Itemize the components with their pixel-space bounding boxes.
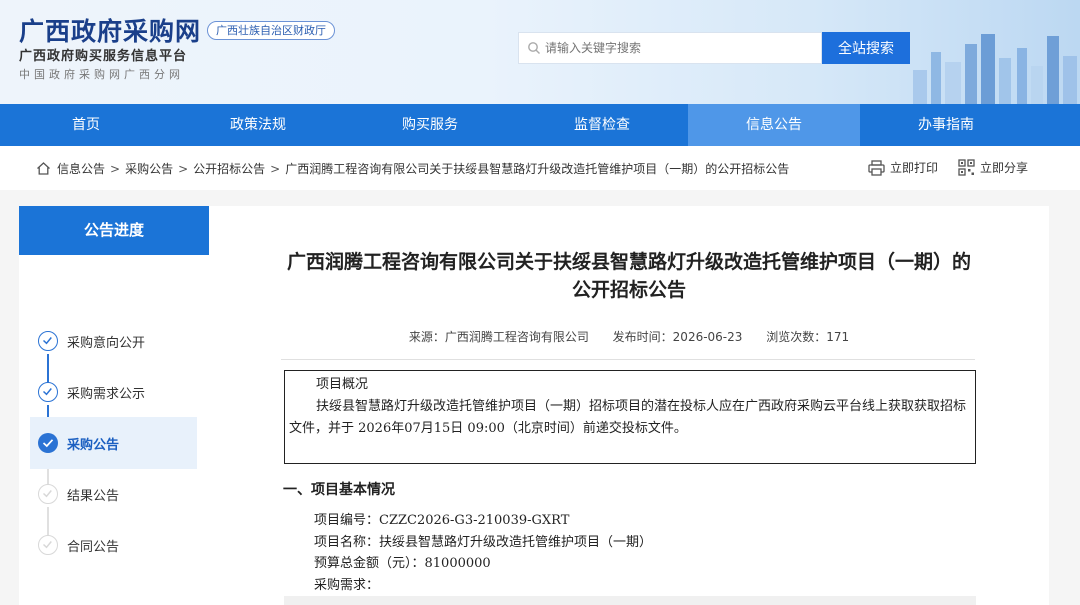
- article-title: 广西润腾工程咨询有限公司关于扶绥县智慧路灯升级改造托管维护项目（一期）的公开招标…: [286, 251, 971, 301]
- search-box: [518, 32, 822, 64]
- summary-heading: 项目概况: [316, 377, 369, 392]
- step-result-announcement[interactable]: 结果公告: [30, 468, 197, 520]
- nav-item-purchase-service[interactable]: 购买服务: [344, 104, 516, 146]
- check-circle-icon: [38, 382, 58, 402]
- site-subtitle-2: 中国政府采购网广西分网: [19, 68, 184, 81]
- step-contract-announcement[interactable]: 合同公告: [30, 519, 197, 571]
- article-publish-time: 发布时间：2026-06-23: [612, 330, 743, 344]
- sidebar-title: 公告进度: [19, 206, 209, 255]
- project-budget: 预算总金额（元）：81000000: [314, 556, 491, 571]
- step-label: 采购意向公开: [67, 335, 146, 351]
- section-heading: 一、项目基本情况: [283, 482, 395, 498]
- breadcrumb-link-info[interactable]: 信息公告: [57, 160, 105, 177]
- check-circle-icon: [38, 484, 58, 504]
- progress-sidebar: 公告进度 采购意向公开 采购需求公示 采购公告 结果公告 合同公告: [19, 206, 209, 605]
- nav-item-announcements[interactable]: 信息公告: [688, 104, 860, 146]
- print-label: 立即打印: [890, 161, 939, 175]
- city-skyline-illustration: [913, 34, 1077, 104]
- check-circle-icon: [38, 433, 58, 453]
- breadcrumb-separator: >: [178, 161, 189, 176]
- breadcrumb: 信息公告 > 采购公告 > 公开招标公告 > 广西润腾工程咨询有限公司关于扶绥县…: [36, 160, 789, 177]
- project-number: 项目编号：CZZC2026-G3-210039-GXRT: [314, 513, 570, 528]
- nav-item-policy[interactable]: 政策法规: [172, 104, 344, 146]
- qrcode-icon: [958, 159, 975, 176]
- site-header: 广西政府采购网 广西壮族自治区财政厅 广西政府购买服务信息平台 中国政府采购网广…: [0, 0, 1080, 104]
- print-button[interactable]: 立即打印: [868, 159, 938, 176]
- project-summary-box: 项目概况 扶绥县智慧路灯升级改造托管维护项目（一期）招标项目的潜在投标人应在广西…: [284, 370, 976, 464]
- article-meta: 来源：广西润腾工程咨询有限公司 发布时间：2026-06-23 浏览次数：171: [209, 328, 1049, 345]
- search-icon: [528, 42, 540, 54]
- gov-badge[interactable]: 广西壮族自治区财政厅: [207, 21, 335, 40]
- step-requirement-notice[interactable]: 采购需求公示: [30, 366, 197, 418]
- share-button[interactable]: 立即分享: [958, 159, 1028, 176]
- breadcrumb-bar: 信息公告 > 采购公告 > 公开招标公告 > 广西润腾工程咨询有限公司关于扶绥县…: [0, 146, 1080, 190]
- nav-item-guide[interactable]: 办事指南: [860, 104, 1032, 146]
- project-name: 项目名称：扶绥县智慧路灯升级改造托管维护项目（一期）: [314, 534, 653, 550]
- article-source: 来源：广西润腾工程咨询有限公司: [408, 330, 589, 344]
- check-circle-icon: [38, 331, 58, 351]
- share-label: 立即分享: [980, 161, 1029, 175]
- printer-icon: [868, 159, 885, 176]
- article-panel: 广西润腾工程咨询有限公司关于扶绥县智慧路灯升级改造托管维护项目（一期）的公开招标…: [209, 206, 1049, 605]
- project-info: 项目编号：CZZC2026-G3-210039-GXRT 项目名称：扶绥县智慧路…: [314, 510, 652, 596]
- step-label: 合同公告: [67, 539, 120, 555]
- project-requirements: 采购需求：: [314, 577, 380, 593]
- main-nav: 首页 政策法规 购买服务 监督检查 信息公告 办事指南: [0, 104, 1080, 146]
- step-label: 采购公告: [67, 437, 120, 453]
- breadcrumb-link-tender[interactable]: 公开招标公告: [193, 160, 265, 177]
- check-circle-icon: [38, 535, 58, 555]
- step-label: 采购需求公示: [67, 386, 146, 402]
- site-title[interactable]: 广西政府采购网: [19, 12, 201, 48]
- nav-item-home[interactable]: 首页: [0, 104, 172, 146]
- requirements-table-edge: [284, 596, 976, 605]
- step-purchase-announcement[interactable]: 采购公告: [30, 417, 197, 469]
- divider: [281, 359, 975, 360]
- search-button[interactable]: 全站搜索: [822, 32, 910, 64]
- step-label: 结果公告: [67, 488, 120, 504]
- home-icon[interactable]: [36, 161, 51, 176]
- summary-body: 扶绥县智慧路灯升级改造托管维护项目（一期）招标项目的潜在投标人应在广西政府采购云…: [289, 399, 967, 436]
- article-views: 浏览次数：171: [766, 330, 850, 344]
- breadcrumb-link-purchase[interactable]: 采购公告: [125, 160, 173, 177]
- search-input[interactable]: [545, 33, 817, 63]
- step-purchase-intent[interactable]: 采购意向公开: [30, 315, 197, 367]
- breadcrumb-current: 广西润腾工程咨询有限公司关于扶绥县智慧路灯升级改造托管维护项目（一期）的公开招标…: [285, 162, 790, 176]
- breadcrumb-separator: >: [110, 161, 121, 176]
- site-subtitle: 广西政府购买服务信息平台: [19, 49, 188, 64]
- breadcrumb-separator: >: [270, 161, 281, 176]
- nav-item-supervision[interactable]: 监督检查: [516, 104, 688, 146]
